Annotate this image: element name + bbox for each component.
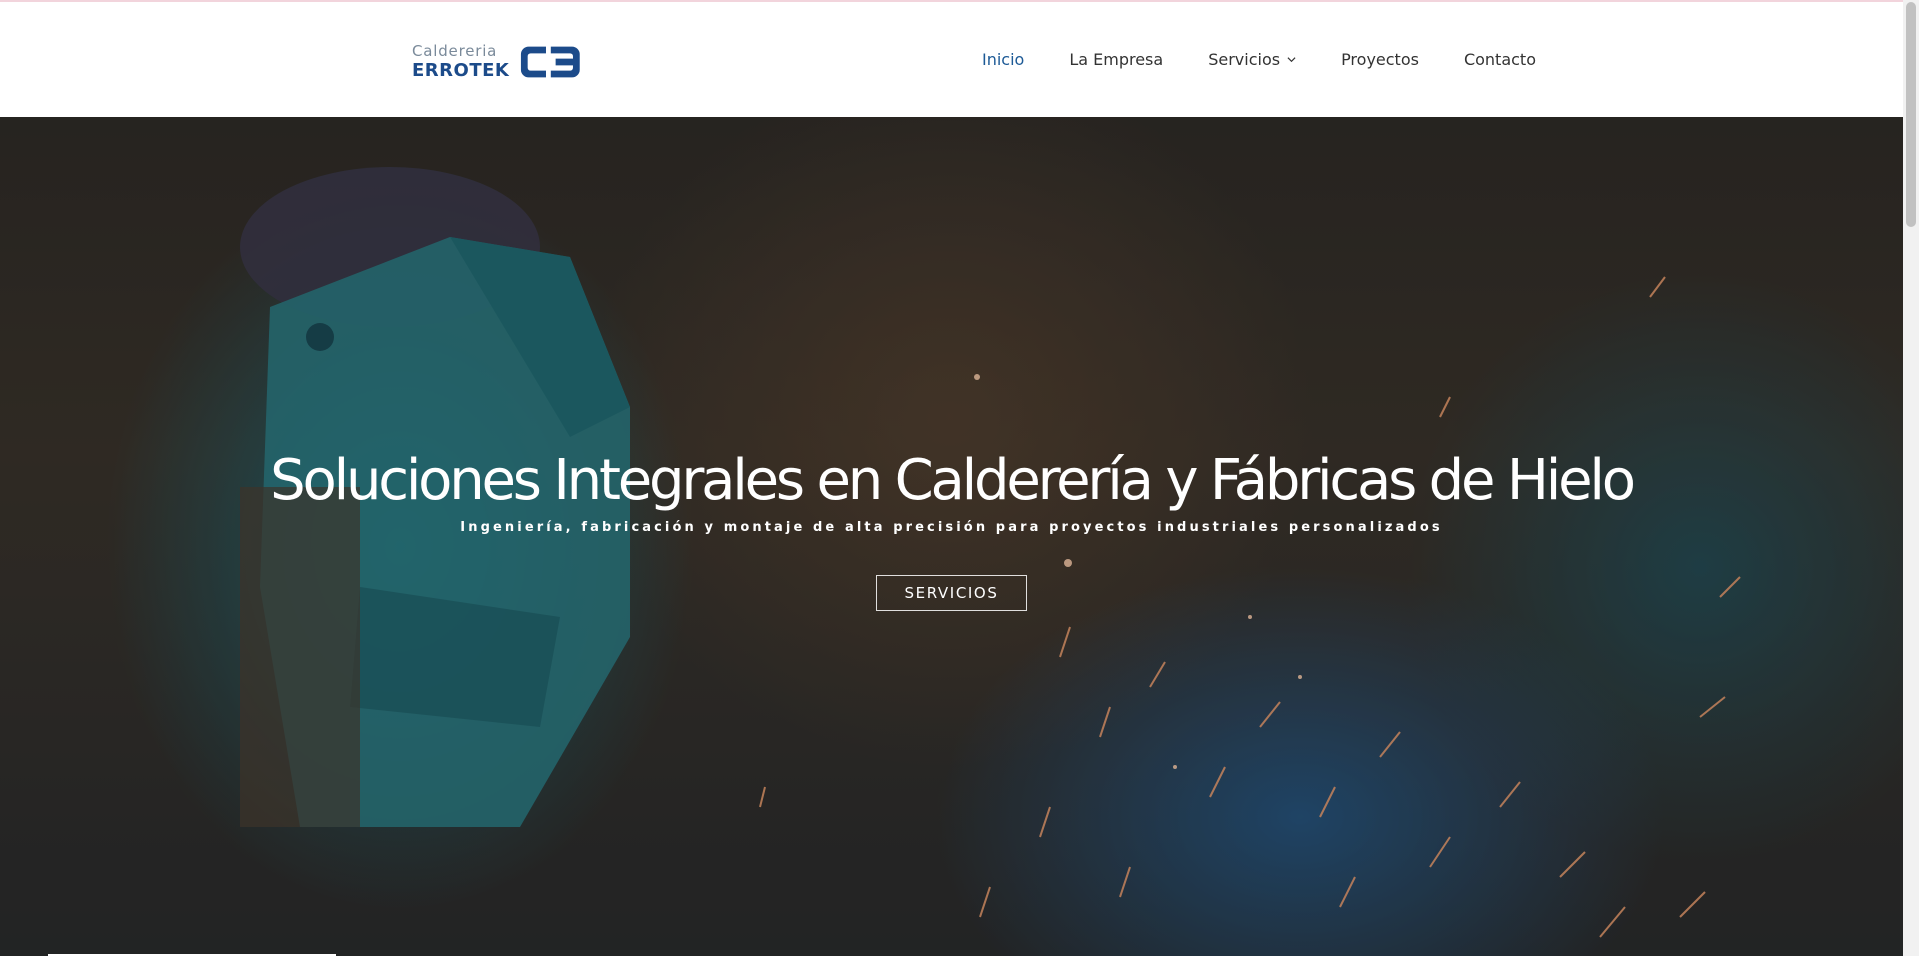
hero-title: Soluciones Integrales en Calderería y Fá… [270, 448, 1636, 513]
logo-small-text: Caldereria [412, 42, 498, 60]
site-header: Caldereria ERROTEK Inicio La Empresa Ser… [0, 2, 1903, 117]
page-scrollbar[interactable] [1903, 0, 1919, 956]
hero-section: Soluciones Integrales en Calderería y Fá… [0, 117, 1903, 956]
chevron-down-icon [1287, 57, 1296, 63]
nav-item-la-empresa[interactable]: La Empresa [1069, 50, 1163, 69]
logo-text: Caldereria ERROTEK [412, 44, 509, 80]
page: Caldereria ERROTEK Inicio La Empresa Ser… [0, 0, 1919, 956]
logo-mark-icon [521, 46, 581, 78]
nav-item-label: Servicios [1208, 50, 1281, 69]
scrollbar-thumb[interactable] [1906, 2, 1916, 227]
logo-brand-text: ERROTEK [412, 60, 510, 81]
nav-item-servicios[interactable]: Servicios [1208, 50, 1296, 69]
hero-content: Soluciones Integrales en Calderería y Fá… [0, 447, 1903, 612]
nav-item-label: Inicio [981, 50, 1025, 69]
nav-item-contacto[interactable]: Contacto [1464, 50, 1536, 69]
main-nav: Inicio La Empresa Servicios Proyectos Co… [937, 2, 1536, 117]
nav-item-proyectos[interactable]: Proyectos [1341, 50, 1419, 69]
nav-item-label: Contacto [1463, 50, 1536, 69]
servicios-button[interactable]: SERVICIOS [875, 575, 1028, 612]
hero-subtitle: Ingeniería, fabricación y montaje de alt… [460, 520, 1443, 536]
nav-item-label: La Empresa [1069, 50, 1164, 69]
site-logo[interactable]: Caldereria ERROTEK [412, 40, 582, 84]
nav-item-label: Proyectos [1341, 50, 1419, 69]
nav-item-inicio[interactable]: Inicio [982, 50, 1024, 69]
